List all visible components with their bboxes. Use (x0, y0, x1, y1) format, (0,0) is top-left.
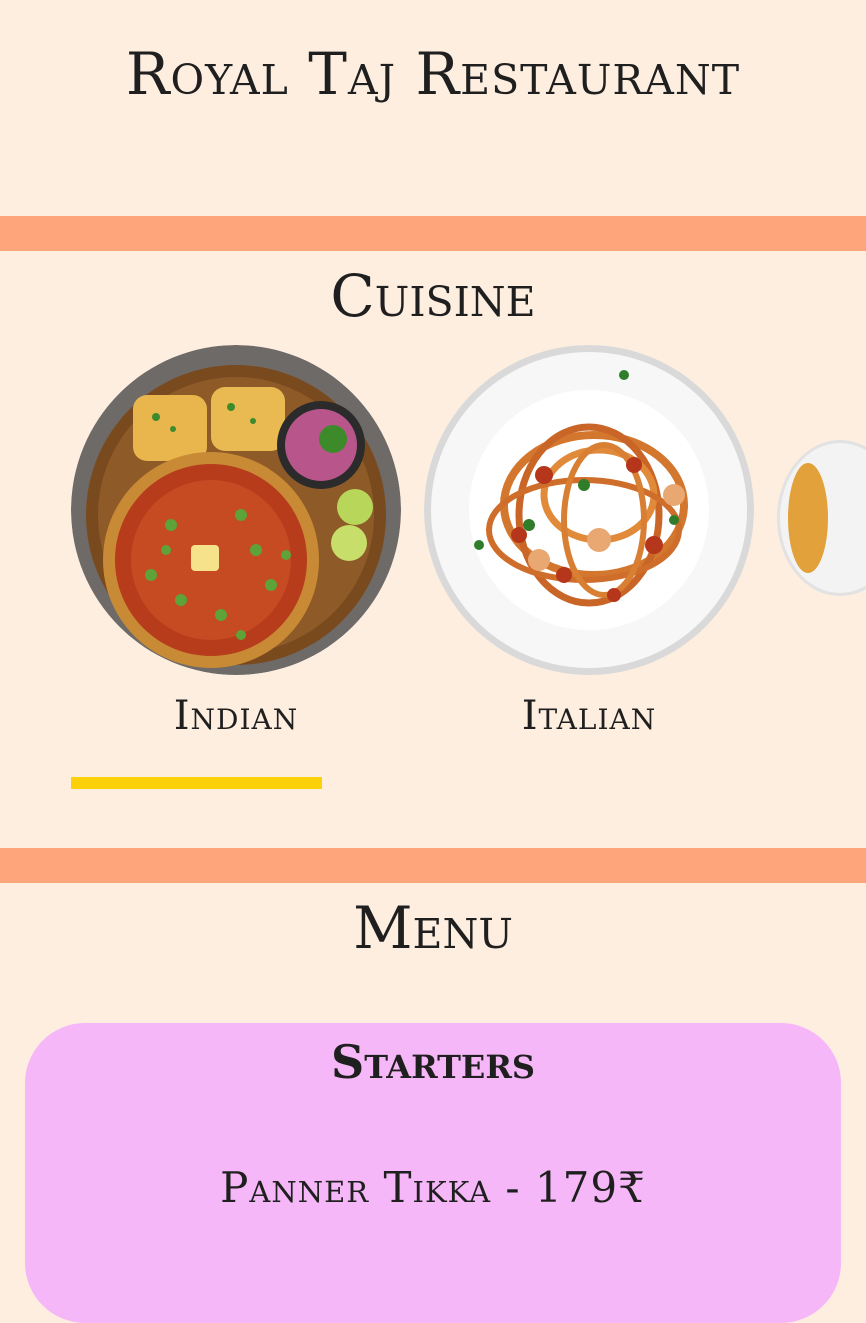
menu-category-card: Starters Panner Tikka - 179₹ (25, 1023, 841, 1323)
indian-dish-image (71, 345, 401, 675)
menu-heading: Menu (353, 894, 513, 962)
italian-dish-image (424, 345, 754, 675)
site-title: Royal Taj Restaurant (125, 40, 741, 108)
site-header: Royal Taj Restaurant (0, 0, 866, 216)
cuisine-carousel[interactable]: Indian Italian (0, 345, 866, 805)
next-dish-image (777, 440, 866, 596)
cuisine-card-next-partial[interactable] (772, 345, 866, 765)
cuisine-label-indian: Indian (173, 693, 299, 739)
cuisine-card-indian[interactable]: Indian (66, 345, 406, 765)
section-divider (0, 848, 866, 883)
cuisine-card-italian[interactable]: Italian (419, 345, 759, 765)
cuisine-heading: Cuisine (330, 262, 536, 330)
active-cuisine-indicator (71, 777, 322, 789)
section-divider (0, 216, 866, 251)
cuisine-label-italian: Italian (521, 693, 657, 739)
menu-item[interactable]: Panner Tikka - 179₹ (25, 1163, 841, 1212)
menu-category-title: Starters (330, 1035, 536, 1089)
